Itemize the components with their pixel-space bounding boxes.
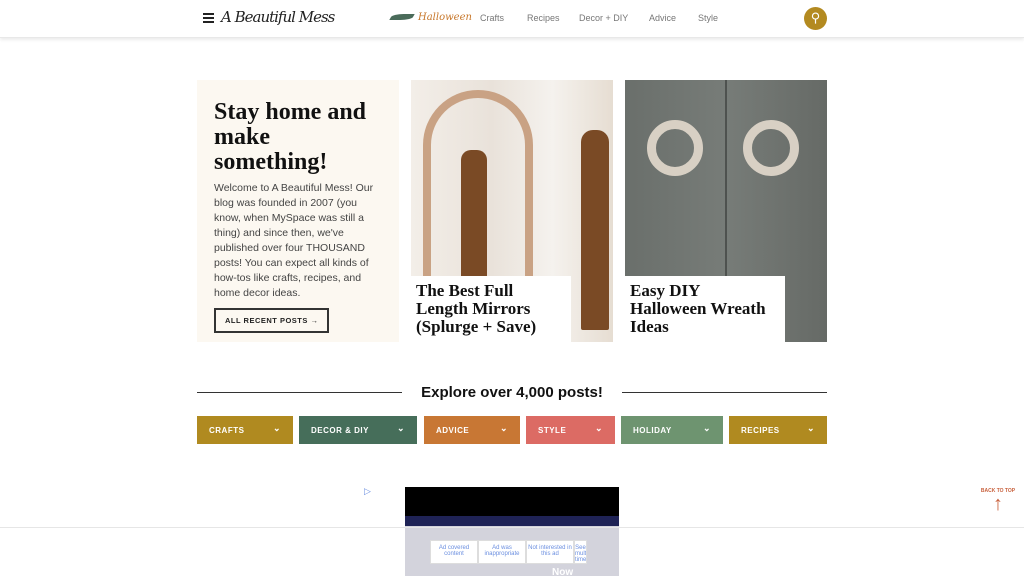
post-card-wreath[interactable]: Easy DIY Halloween Wreath Ideas	[625, 80, 827, 342]
chevron-down-icon: ⌄	[806, 423, 815, 433]
explore-heading: Explore over 4,000 posts!	[421, 384, 603, 401]
intro-panel: Stay home and make something! Welcome to…	[197, 80, 399, 342]
category-label: HOLIDAY	[633, 426, 672, 435]
ad-banner	[405, 516, 619, 526]
chevron-down-icon: ⌄	[594, 423, 603, 433]
nav-halloween[interactable]: Halloween	[418, 12, 472, 23]
nav-advice[interactable]: Advice	[649, 13, 676, 23]
category-recipes[interactable]: RECIPES ⌄	[729, 416, 827, 444]
advertisement[interactable]: Ad covered content Ad was inappropriate …	[405, 487, 619, 578]
chevron-down-icon: ⌄	[272, 423, 281, 433]
category-label: DECOR & DIY	[311, 426, 369, 435]
person-image	[581, 130, 609, 330]
site-header: A Beautiful Mess Halloween Crafts Recipe…	[0, 0, 1024, 38]
sticky-footer-border	[0, 527, 1024, 528]
intro-title: Stay home and make something!	[214, 99, 367, 175]
adchoices-icon[interactable]: ▷	[364, 486, 371, 497]
card-title[interactable]: The Best Full Length Mirrors (Splurge + …	[411, 276, 571, 342]
search-icon: ⚲	[810, 10, 821, 25]
chevron-down-icon: ⌄	[702, 423, 711, 433]
nav-style[interactable]: Style	[698, 13, 718, 23]
category-crafts[interactable]: CRAFTS ⌄	[197, 416, 293, 444]
category-label: STYLE	[538, 426, 567, 435]
category-label: CRAFTS	[209, 426, 245, 435]
chevron-down-icon: ⌄	[499, 423, 508, 433]
category-style[interactable]: STYLE ⌄	[526, 416, 615, 444]
person-image	[461, 150, 487, 280]
back-to-top-button[interactable]: BACK TO TOP ↑	[980, 488, 1016, 514]
ad-feedback-option[interactable]: Ad was inappropriate	[478, 540, 526, 564]
arrow-up-icon: ↑	[993, 493, 1003, 515]
ad-cta[interactable]: Now	[552, 567, 573, 578]
ad-feedback-option[interactable]: Ad covered content	[430, 540, 478, 564]
leaf-icon	[389, 14, 415, 20]
nav-recipes[interactable]: Recipes	[527, 13, 560, 23]
ad-feedback-option[interactable]: See multiple times	[574, 540, 587, 564]
wreath-image	[647, 120, 703, 176]
category-decor-diy[interactable]: DECOR & DIY ⌄	[299, 416, 417, 444]
chevron-down-icon: ⌄	[396, 423, 405, 433]
card-title[interactable]: Easy DIY Halloween Wreath Ideas	[625, 276, 785, 342]
ad-feedback-option[interactable]: Not interested in this ad	[526, 540, 574, 564]
category-label: RECIPES	[741, 426, 780, 435]
post-card-mirrors[interactable]: The Best Full Length Mirrors (Splurge + …	[411, 80, 613, 342]
category-advice[interactable]: ADVICE ⌄	[424, 416, 520, 444]
search-button[interactable]: ⚲	[804, 7, 827, 30]
site-logo[interactable]: A Beautiful Mess	[221, 8, 335, 26]
wreath-image	[743, 120, 799, 176]
hamburger-menu-icon[interactable]	[203, 13, 214, 23]
intro-text: Welcome to A Beautiful Mess! Our blog wa…	[214, 182, 374, 299]
nav-crafts[interactable]: Crafts	[480, 13, 504, 23]
nav-decor-diy[interactable]: Decor + DIY	[579, 13, 628, 23]
category-label: ADVICE	[436, 426, 470, 435]
category-holiday[interactable]: HOLIDAY ⌄	[621, 416, 723, 444]
all-recent-posts-button[interactable]: ALL RECENT POSTS →	[214, 308, 330, 333]
